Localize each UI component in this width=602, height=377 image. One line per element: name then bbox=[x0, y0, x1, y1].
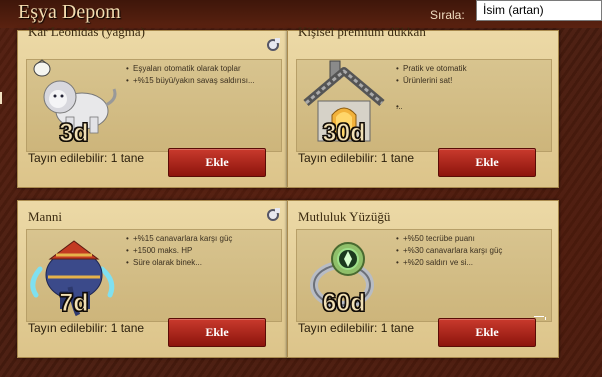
assignable-count: Tayın edilebilir: 1 tane bbox=[28, 321, 145, 335]
description-line: ... bbox=[396, 101, 546, 113]
add-button[interactable]: Ekle bbox=[168, 148, 266, 177]
sort-label: Sırala: bbox=[430, 8, 465, 22]
add-button[interactable]: Ekle bbox=[438, 148, 536, 177]
item-card: Kar Leonidas (yağma) 3d Eşyaları otomati… bbox=[17, 24, 289, 188]
duration-badge: 60d bbox=[322, 289, 366, 318]
description-line: Ürünlerini sat! bbox=[396, 75, 546, 87]
add-button[interactable]: Ekle bbox=[438, 318, 536, 347]
item-title: Mutluluk Yüzüğü bbox=[298, 209, 391, 224]
sort-dropdown[interactable]: İsim (artan) bbox=[476, 0, 602, 21]
assignable-count: Tayın edilebilir: 1 tane bbox=[298, 151, 415, 165]
description-line: +%30 canavarlara karşı güç bbox=[396, 245, 546, 257]
description-line: +%50 tecrübe puanı bbox=[396, 233, 546, 245]
duration-badge: 30d bbox=[322, 119, 366, 148]
description-line: Pratik ve otomatik bbox=[396, 63, 546, 75]
item-title: Manni bbox=[28, 209, 62, 224]
item-title: Kişisel premium dükkan bbox=[298, 24, 426, 39]
panel-corner-mark bbox=[534, 316, 544, 317]
description-line: Eşyaları otomatik olarak toplar bbox=[126, 63, 276, 75]
description-line: Süre olarak binek... bbox=[126, 257, 276, 269]
refresh-icon[interactable] bbox=[267, 208, 280, 221]
description-line: +%15 büyü/yakın savaş saldırısı... bbox=[126, 75, 276, 87]
description-line: +%20 saldırı ve si... bbox=[396, 257, 546, 269]
description-line: +1500 maks. HP bbox=[126, 245, 276, 257]
refresh-icon[interactable] bbox=[267, 38, 280, 51]
item-card: Kişisel premium dükkan 30d Pratik ve oto… bbox=[287, 24, 559, 188]
duration-badge: 7d bbox=[59, 289, 89, 318]
panel-corner-mark bbox=[545, 317, 546, 320]
item-card: Mutluluk Yüzüğü 60d +%50 tecrübe puanı +… bbox=[287, 200, 559, 358]
page-title: Eşya Depom bbox=[18, 1, 121, 23]
item-title: Kar Leonidas (yağma) bbox=[28, 24, 145, 39]
item-card: Manni 7d +%15 canavarlara karşı güç +150… bbox=[17, 200, 289, 358]
duration-badge: 3d bbox=[59, 119, 89, 148]
item-description: +%15 canavarlara karşı güç +1500 maks. H… bbox=[126, 233, 276, 269]
assignable-count: Tayın edilebilir: 1 tane bbox=[28, 151, 145, 165]
assignable-count: Tayın edilebilir: 1 tane bbox=[298, 321, 415, 335]
add-button[interactable]: Ekle bbox=[168, 318, 266, 347]
description-line: +%15 canavarlara karşı güç bbox=[126, 233, 276, 245]
item-description: +%50 tecrübe puanı +%30 canavarlara karş… bbox=[396, 233, 546, 269]
item-description: Pratik ve otomatik Ürünlerini sat! ... bbox=[396, 63, 546, 113]
item-description: Eşyaları otomatik olarak toplar +%15 büy… bbox=[126, 63, 276, 87]
edge-marker bbox=[0, 92, 2, 104]
